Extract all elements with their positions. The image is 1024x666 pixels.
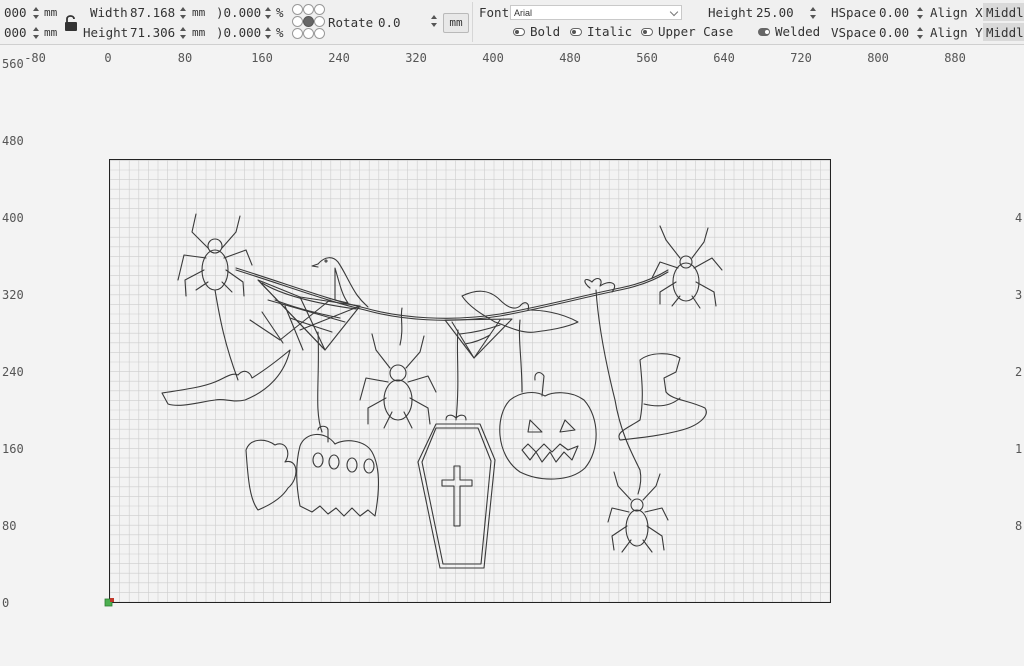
ruler-x-tick: 880 <box>944 51 966 65</box>
italic-label: Italic <box>587 24 633 39</box>
ruler-y-tick: 400 <box>2 211 24 225</box>
align-x-select[interactable]: Middl <box>986 6 1024 20</box>
text-height-field[interactable]: 25.00 <box>756 6 794 20</box>
anchor-bottom-left[interactable] <box>292 28 303 39</box>
hspace-label: HSpace <box>831 5 877 20</box>
width-unit: mm <box>192 6 206 19</box>
anchor-mid-left[interactable] <box>292 16 303 27</box>
scale-x-stepper[interactable] <box>264 6 272 20</box>
position-y-unit: mm <box>44 26 58 39</box>
ruler-y-tick: 560 <box>2 57 24 71</box>
hspace-stepper[interactable] <box>916 6 924 20</box>
align-y-select[interactable]: Middl <box>986 26 1024 40</box>
anchor-bottom-right[interactable] <box>314 28 325 39</box>
bold-label: Bold <box>530 24 561 39</box>
position-x-stepper[interactable] <box>32 6 40 20</box>
ruler-y-tick-right: 2 <box>1015 365 1023 379</box>
position-x-field[interactable]: 000 <box>4 6 27 20</box>
ruler-x-tick: 80 <box>177 51 193 65</box>
position-x-unit: mm <box>44 6 58 19</box>
rotate-label: Rotate <box>328 15 374 30</box>
vspace-field[interactable]: 0.00 <box>879 26 909 40</box>
bold-toggle[interactable] <box>513 28 525 36</box>
ruler-y-tick: 160 <box>2 442 24 456</box>
lock-icon[interactable] <box>64 14 78 32</box>
ruler-x-tick: 400 <box>482 51 504 65</box>
ruler-y-tick: 320 <box>2 288 24 302</box>
anchor-center[interactable] <box>303 16 314 27</box>
chevron-down-icon <box>669 7 679 17</box>
ruler-x-tick: 160 <box>251 51 273 65</box>
welded-toggle[interactable] <box>758 28 770 36</box>
ruler-y-tick-right: 1 <box>1015 442 1023 456</box>
width-stepper[interactable] <box>179 6 187 20</box>
font-label: Font <box>479 5 510 20</box>
height-unit: mm <box>192 26 206 39</box>
upper-case-label: Upper Case <box>658 24 734 39</box>
text-height-stepper[interactable] <box>809 6 817 20</box>
ruler-x-tick: 0 <box>104 51 112 65</box>
ruler-y-tick: 480 <box>2 134 24 148</box>
ruler-y-tick: 240 <box>2 365 24 379</box>
scale-y-stepper[interactable] <box>264 26 272 40</box>
ruler-x-tick: 480 <box>559 51 581 65</box>
width-field[interactable]: 87.168 <box>130 6 175 20</box>
scale-y-field[interactable]: )0.000 <box>216 26 261 40</box>
font-select[interactable]: Arial <box>510 5 682 20</box>
height-field[interactable]: 71.306 <box>130 26 175 40</box>
align-y-label: Align Y <box>930 25 983 40</box>
anchor-mid-right[interactable] <box>314 16 325 27</box>
position-y-field[interactable]: 000 <box>4 26 27 40</box>
welded-label: Welded <box>775 24 821 39</box>
scale-y-unit: % <box>276 25 284 40</box>
ruler-y-tick: 0 <box>2 596 10 610</box>
ruler-x-tick: 640 <box>713 51 735 65</box>
anchor-top-right[interactable] <box>314 4 325 15</box>
position-y-stepper[interactable] <box>32 26 40 40</box>
text-height-label: Height <box>708 5 754 20</box>
rotate-stepper[interactable] <box>430 14 438 28</box>
ruler-x-tick: 560 <box>636 51 658 65</box>
scale-x-unit: % <box>276 5 284 20</box>
vspace-label: VSpace <box>831 25 877 40</box>
align-x-label: Align X <box>930 5 983 20</box>
anchor-bottom-center[interactable] <box>303 28 314 39</box>
ruler-y-tick-right: 4 <box>1015 211 1023 225</box>
workspace-canvas[interactable] <box>0 0 1024 666</box>
ruler-y-tick-right: 3 <box>1015 288 1023 302</box>
upper-case-toggle[interactable] <box>641 28 653 36</box>
anchor-top-center[interactable] <box>303 4 314 15</box>
ruler-x-tick: 720 <box>790 51 812 65</box>
ruler-y-tick-right: 8 <box>1015 519 1023 533</box>
width-label: Width <box>90 5 128 20</box>
ruler-x-tick: -80 <box>24 51 46 65</box>
anchor-top-left[interactable] <box>292 4 303 15</box>
unit-toggle-button[interactable]: mm <box>443 13 469 33</box>
italic-toggle[interactable] <box>570 28 582 36</box>
ruler-x-tick: 320 <box>405 51 427 65</box>
properties-toolbar: 000 mm 000 mm Width 87.168 mm Height 71.… <box>0 0 1024 45</box>
ruler-x-tick: 800 <box>867 51 889 65</box>
ruler-x-tick: 240 <box>328 51 350 65</box>
height-stepper[interactable] <box>179 26 187 40</box>
scale-x-field[interactable]: )0.000 <box>216 6 261 20</box>
vspace-stepper[interactable] <box>916 26 924 40</box>
hspace-field[interactable]: 0.00 <box>879 6 909 20</box>
rotate-field[interactable]: 0.0 <box>378 16 401 30</box>
ruler-y-tick: 80 <box>2 519 17 533</box>
height-label: Height <box>83 25 129 40</box>
